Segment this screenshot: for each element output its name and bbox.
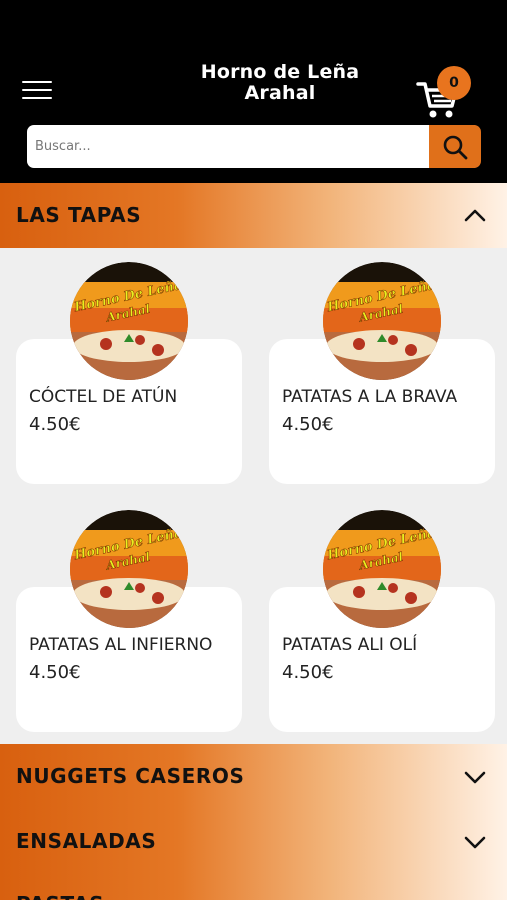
- category-nuggets-caseros[interactable]: NUGGETS CASEROS: [0, 744, 507, 809]
- category-pastas[interactable]: PASTAS: [0, 874, 507, 900]
- cart-count-badge: 0: [437, 66, 471, 100]
- hamburger-menu-icon[interactable]: [22, 80, 54, 102]
- product-image[interactable]: Horno De Leña Arahal: [70, 510, 188, 628]
- search-input[interactable]: [35, 129, 427, 164]
- search-icon: [443, 135, 468, 159]
- chevron-down-icon: [464, 836, 486, 849]
- product-image[interactable]: Horno De Leña Arahal: [70, 262, 188, 380]
- category-label: ENSALADAS: [16, 829, 157, 853]
- search-bar: [27, 125, 480, 168]
- product-name: PATATAS A LA BRAVA: [282, 387, 458, 407]
- chevron-up-icon: [464, 209, 486, 222]
- product-name: PATATAS AL INFIERNO: [29, 635, 213, 655]
- category-label: LAS TAPAS: [16, 203, 142, 227]
- app-title-line1: Horno de Leña: [200, 61, 360, 83]
- product-image[interactable]: Horno De Leña Arahal: [323, 510, 441, 628]
- app-title: Horno de Leña Arahal: [160, 62, 400, 104]
- product-name: PATATAS ALI OLÍ: [282, 635, 418, 655]
- app-title-line2: Arahal: [244, 82, 316, 104]
- category-las-tapas[interactable]: LAS TAPAS: [0, 183, 507, 248]
- product-name: CÓCTEL DE ATÚN: [29, 387, 178, 407]
- chevron-down-icon: [464, 771, 486, 784]
- category-label: NUGGETS CASEROS: [16, 764, 245, 788]
- product-price: 4.50€: [29, 414, 81, 435]
- category-ensaladas[interactable]: ENSALADAS: [0, 809, 507, 874]
- product-image[interactable]: Horno De Leña Arahal: [323, 262, 441, 380]
- product-price: 4.50€: [282, 662, 334, 683]
- product-price: 4.50€: [282, 414, 334, 435]
- search-button[interactable]: [429, 125, 481, 168]
- product-price: 4.50€: [29, 662, 81, 683]
- category-label: PASTAS: [16, 874, 104, 900]
